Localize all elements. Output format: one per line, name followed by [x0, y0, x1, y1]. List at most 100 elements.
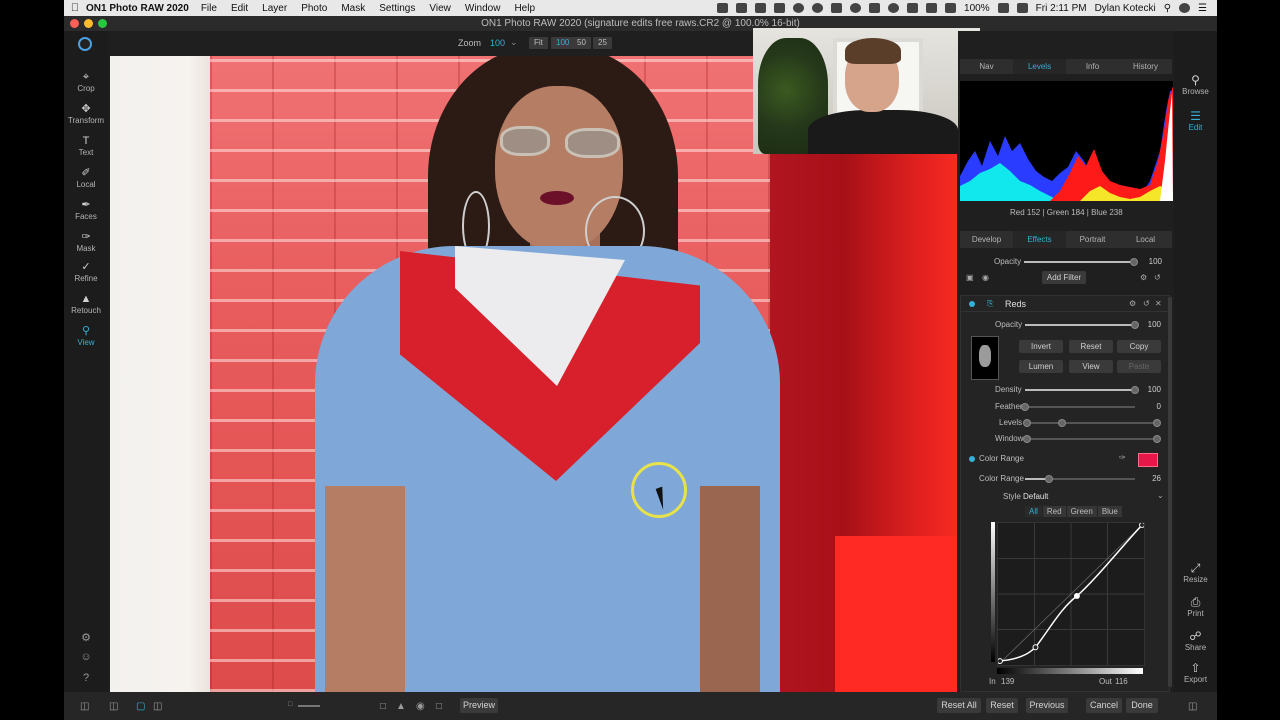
- edit-overlay-icon[interactable]: □: [436, 701, 442, 712]
- curve-out-value[interactable]: 116: [1115, 677, 1128, 686]
- curve-point[interactable]: [998, 658, 1003, 665]
- tool-text[interactable]: T Text: [64, 135, 108, 157]
- status-app-icon[interactable]: [736, 3, 748, 13]
- wifi-icon[interactable]: [945, 3, 957, 13]
- window-range-slider[interactable]: [1023, 435, 1161, 443]
- preview-size-slider[interactable]: [298, 705, 320, 707]
- levels-white-knob[interactable]: [1153, 419, 1161, 427]
- tab-portrait[interactable]: Portrait: [1066, 231, 1119, 248]
- chevron-down-icon[interactable]: ⌄: [510, 37, 518, 48]
- brush-size-min-icon[interactable]: □: [288, 701, 292, 708]
- curve-tab-green[interactable]: Green: [1066, 506, 1097, 517]
- print-button[interactable]: ⎙ Print: [1174, 595, 1217, 618]
- stack-icon[interactable]: ▣: [966, 273, 974, 282]
- zoom-25-button[interactable]: 25: [593, 37, 612, 49]
- window-high-knob[interactable]: [1153, 435, 1161, 443]
- tool-crop[interactable]: ⌖ Crop: [64, 71, 108, 93]
- filter-opacity-slider[interactable]: [1025, 321, 1139, 329]
- filter-enable-dot[interactable]: [969, 301, 975, 307]
- menu-settings[interactable]: Settings: [379, 3, 415, 14]
- style-select[interactable]: Default: [1023, 492, 1048, 501]
- menu-photo[interactable]: Photo: [301, 3, 327, 14]
- time-machine-icon[interactable]: [850, 3, 862, 13]
- slider-knob[interactable]: [1130, 258, 1138, 266]
- menu-user[interactable]: Dylan Kotecki: [1095, 3, 1156, 14]
- clipping-icon[interactable]: ▲: [396, 701, 406, 712]
- compare-view-icon[interactable]: ◫: [153, 701, 162, 712]
- reset-mask-button[interactable]: Reset: [1069, 340, 1113, 353]
- tool-mask[interactable]: ✑ Mask: [64, 231, 108, 253]
- close-window-icon[interactable]: [70, 19, 79, 28]
- browse-button[interactable]: ⚲ Browse: [1174, 73, 1217, 96]
- account-icon[interactable]: ☺: [79, 651, 93, 665]
- layer-opacity-slider[interactable]: [1024, 258, 1138, 266]
- lumen-button[interactable]: Lumen: [1019, 360, 1063, 373]
- status-app-icon[interactable]: [755, 3, 767, 13]
- color-swatch[interactable]: [1138, 453, 1158, 467]
- search-icon[interactable]: [888, 3, 900, 13]
- tab-effects[interactable]: Effects: [1013, 231, 1066, 248]
- tab-info[interactable]: Info: [1066, 59, 1119, 74]
- window-low-knob[interactable]: [1023, 435, 1031, 443]
- mask-visibility-icon[interactable]: ◉: [982, 273, 989, 282]
- spotlight-icon[interactable]: ⚲: [1164, 3, 1171, 14]
- previous-button[interactable]: Previous: [1026, 698, 1068, 713]
- status-app-icon[interactable]: [774, 3, 786, 13]
- tab-levels[interactable]: Levels: [1013, 59, 1066, 74]
- gear-icon[interactable]: ⚙: [1140, 273, 1147, 282]
- zoom-50-button[interactable]: 50: [572, 37, 591, 49]
- view-mask-button[interactable]: View: [1069, 360, 1113, 373]
- zoom-value-select[interactable]: 100: [490, 38, 505, 48]
- tool-transform[interactable]: ✥ Transform: [64, 103, 108, 125]
- mask-overlay-icon[interactable]: □: [380, 701, 386, 712]
- slider-knob[interactable]: [1045, 475, 1054, 483]
- share-button[interactable]: ☍ Share: [1174, 629, 1217, 652]
- tool-local[interactable]: ✐ Local: [64, 167, 108, 189]
- menu-window[interactable]: Window: [465, 3, 501, 14]
- volume-icon[interactable]: [926, 3, 938, 13]
- panel-scrollbar[interactable]: [1168, 297, 1172, 687]
- color-range-value[interactable]: 26: [1137, 474, 1161, 483]
- levels-range-slider[interactable]: [1023, 419, 1161, 427]
- curve-tab-all[interactable]: All: [1025, 506, 1042, 517]
- levels-mid-knob[interactable]: [1058, 419, 1066, 427]
- menu-layer[interactable]: Layer: [262, 3, 287, 14]
- tool-refine[interactable]: ✓ Refine: [64, 261, 108, 283]
- tab-nav[interactable]: Nav: [960, 59, 1013, 74]
- filter-opacity-value[interactable]: 100: [1137, 320, 1161, 329]
- curve-point[interactable]: [1032, 644, 1039, 651]
- menu-edit[interactable]: Edit: [231, 3, 248, 14]
- feather-value[interactable]: 0: [1137, 402, 1161, 411]
- slider-knob[interactable]: [1021, 403, 1029, 411]
- curve-tab-red[interactable]: Red: [1042, 506, 1066, 517]
- levels-black-knob[interactable]: [1023, 419, 1031, 427]
- status-app-icon[interactable]: [831, 3, 843, 13]
- cancel-button[interactable]: Cancel: [1086, 698, 1122, 713]
- mask-thumbnail[interactable]: [971, 336, 999, 380]
- preview-button[interactable]: Preview: [460, 698, 498, 713]
- soft-proof-icon[interactable]: ◉: [416, 701, 425, 712]
- input-source-icon[interactable]: [1016, 3, 1028, 13]
- density-value[interactable]: 100: [1137, 385, 1161, 394]
- close-icon[interactable]: ✕: [1155, 299, 1162, 308]
- siri-icon[interactable]: [1179, 3, 1191, 13]
- undo-icon[interactable]: ↺: [1154, 273, 1161, 282]
- battery-icon[interactable]: [997, 3, 1009, 13]
- export-button[interactable]: ⇧ Export: [1174, 661, 1217, 684]
- paste-button[interactable]: Paste: [1117, 360, 1161, 373]
- zoom-100-button[interactable]: 100: [551, 37, 575, 49]
- invert-button[interactable]: Invert: [1019, 340, 1063, 353]
- status-app-icon[interactable]: [717, 3, 729, 13]
- chevron-down-icon[interactable]: ⌄: [1157, 491, 1164, 500]
- menu-clock[interactable]: Fri 2:11 PM: [1036, 3, 1087, 14]
- add-filter-button[interactable]: Add Filter: [1042, 271, 1086, 284]
- edit-button[interactable]: ☰ Edit: [1174, 109, 1217, 132]
- tone-curve[interactable]: [997, 522, 1145, 666]
- curve-point[interactable]: [1139, 523, 1145, 528]
- curve-in-value[interactable]: 139: [1001, 677, 1014, 686]
- tool-faces[interactable]: ✒ Faces: [64, 199, 108, 221]
- help-icon[interactable]: ?: [79, 672, 93, 686]
- menu-file[interactable]: File: [201, 3, 217, 14]
- filmstrip-icon[interactable]: ◫: [109, 701, 118, 712]
- apple-icon[interactable]: : [64, 2, 86, 14]
